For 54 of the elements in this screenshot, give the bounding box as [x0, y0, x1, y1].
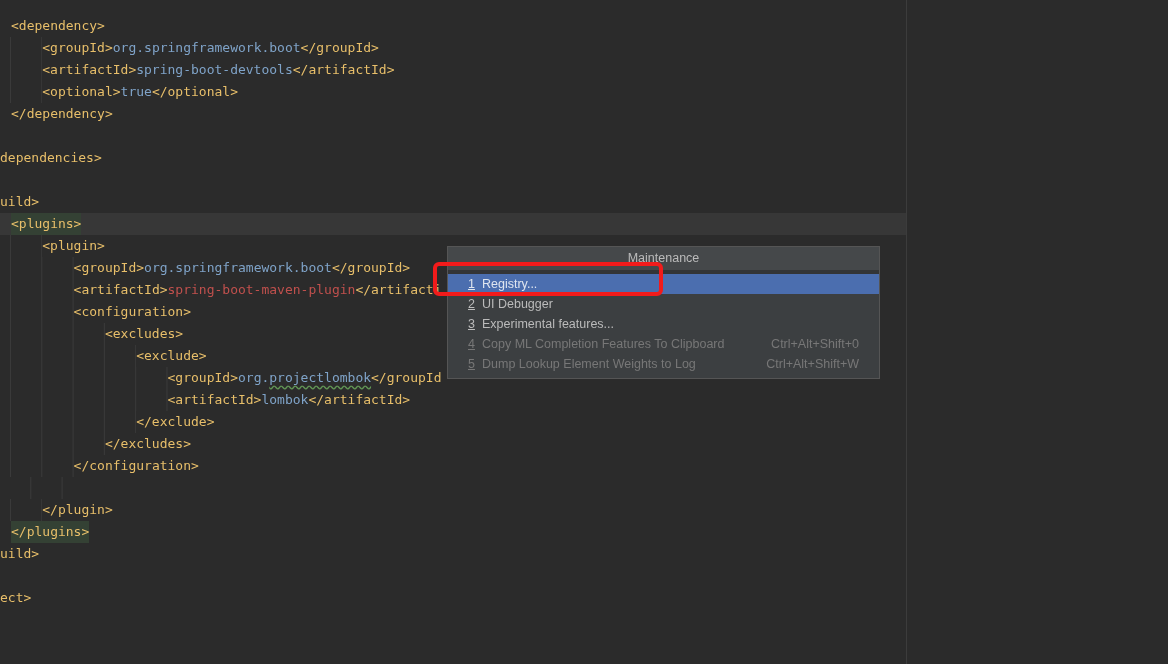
xml-tag: </configuration>	[73, 455, 199, 477]
tag-value: lombok	[261, 391, 309, 409]
xml-tag: <dependency>	[11, 15, 105, 37]
xml-tag: <artifactId>	[42, 59, 137, 81]
mnemonic-number: 2	[468, 296, 476, 313]
xml-tag: </groupId>	[300, 37, 379, 59]
mnemonic-number: 5	[468, 356, 476, 373]
xml-tag: </optional>	[151, 81, 238, 103]
tag-value: org.springframework.boot	[112, 39, 301, 57]
menu-item[interactable]: 3 Experimental features...	[448, 314, 879, 334]
xml-tag: <excludes>	[104, 323, 184, 345]
xml-tag: <artifactId>	[167, 389, 262, 411]
xml-tag: </groupId	[371, 367, 442, 389]
xml-tag: </groupId>	[331, 257, 411, 279]
code-editor[interactable]	[0, 0, 907, 664]
menu-item-label: Experimental features...	[482, 316, 615, 333]
xml-tag: <plugin>	[42, 235, 105, 257]
matched-tag: <plugins>	[11, 213, 82, 235]
xml-tag: </artifactId>	[308, 389, 411, 411]
xml-tag: </artifactId>	[292, 59, 395, 81]
mnemonic-number: 4	[468, 336, 476, 353]
misspelled-word: projectlombok	[269, 369, 372, 387]
matched-tag: </plugins>	[11, 521, 90, 543]
xml-tag: <exclude>	[136, 345, 207, 367]
shortcut-text: Ctrl+Alt+Shift+0	[771, 336, 859, 353]
menu-item-label: Dump Lookup Element Weights to Log	[482, 356, 697, 373]
tag-value: spring-boot-devtools	[136, 61, 293, 79]
xml-tag: </excludes>	[104, 433, 191, 455]
mnemonic-number: 3	[468, 316, 476, 333]
shortcut-text: Ctrl+Alt+Shift+W	[766, 356, 859, 373]
xml-tag: uild>	[0, 191, 40, 213]
xml-tag: uild>	[0, 543, 40, 565]
menu-item-label: Registry...	[482, 276, 539, 293]
xml-tag: <artifactId>	[73, 279, 168, 301]
xml-tag: <configuration>	[73, 301, 191, 323]
menu-item[interactable]: 2 UI Debugger	[448, 294, 879, 314]
xml-tag: <groupId>	[73, 257, 145, 279]
tag-value: org.springframework.boot	[144, 259, 332, 277]
xml-tag: <groupId>	[167, 367, 238, 389]
xml-tag: dependencies>	[0, 147, 102, 169]
xml-tag: <groupId>	[42, 37, 113, 59]
mnemonic-number: 1	[468, 276, 476, 293]
tag-value: true	[120, 83, 152, 101]
xml-tag: </plugin>	[42, 499, 113, 521]
xml-tag: ect>	[0, 587, 32, 609]
tag-value: org.	[238, 369, 270, 387]
unresolved-value: spring-boot-maven-plugin	[167, 281, 356, 299]
xml-tag: </exclude>	[136, 411, 215, 433]
xml-tag: <optional>	[42, 81, 121, 103]
menu-item[interactable]: 1 Registry...	[448, 274, 879, 294]
popup-title: Maintenance	[448, 247, 879, 274]
menu-item-label: Copy ML Completion Features To Clipboard	[482, 336, 726, 353]
menu-item-label: UI Debugger	[482, 296, 554, 313]
xml-tag: </dependency>	[11, 103, 113, 125]
